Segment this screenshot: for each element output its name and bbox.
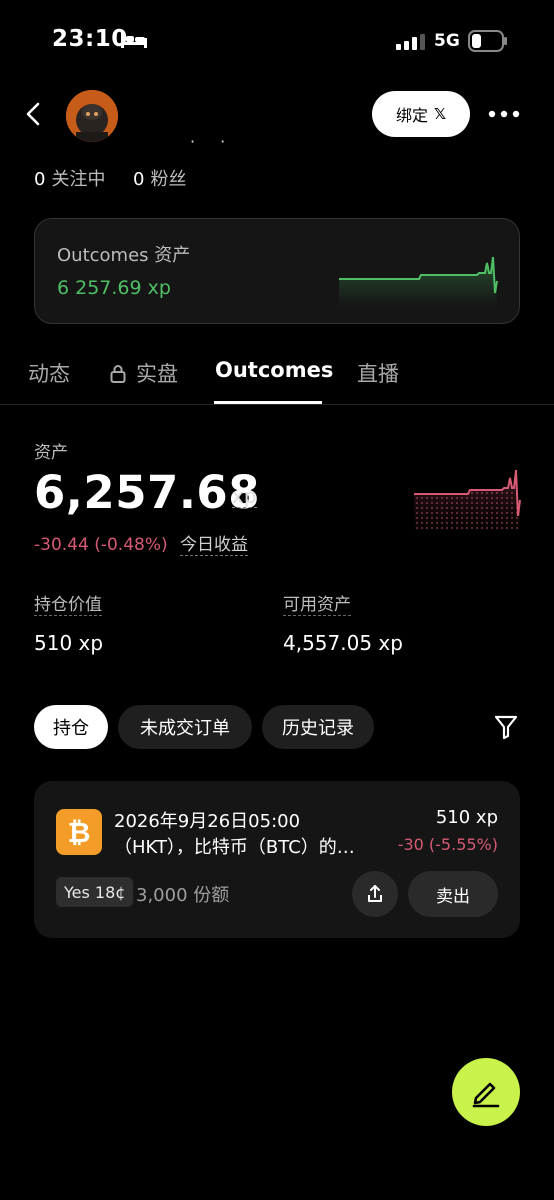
x-logo-icon: 𝕏 <box>433 105 447 123</box>
tab-outcomes[interactable]: Outcomes <box>215 358 333 382</box>
position-value: 510 xp <box>34 631 104 655</box>
edit-icon <box>472 1082 500 1108</box>
available-assets-label[interactable]: 可用资产 <box>283 595 351 616</box>
following-label: 关注中 <box>51 169 106 190</box>
share-button[interactable] <box>352 871 398 917</box>
more-options-icon[interactable] <box>488 104 520 124</box>
bind-label: 绑定 <box>395 106 428 125</box>
share-icon <box>368 885 382 902</box>
tab-live-trading[interactable]: 实盘 <box>136 358 178 388</box>
daily-change-label[interactable]: 今日收益 <box>180 535 248 556</box>
assets-unit[interactable]: xp <box>232 485 257 508</box>
lock-icon <box>110 365 126 383</box>
following-stat[interactable]: 0 关注中 <box>34 165 105 191</box>
followers-stat[interactable]: 0 粉丝 <box>133 165 186 191</box>
username-masked: · · <box>190 132 236 151</box>
outcomes-sparkline <box>339 256 498 307</box>
assets-value: 6,257.68 <box>34 466 261 519</box>
bind-x-button[interactable]: 绑定 𝕏 <box>372 91 470 137</box>
available-assets-value: 4,557.05 xp <box>283 631 403 655</box>
followers-label: 粉丝 <box>150 169 187 190</box>
position-title-line1: 2026年9月26日05:00 <box>114 811 301 832</box>
position-value-label[interactable]: 持仓价值 <box>34 595 102 616</box>
compose-button[interactable] <box>452 1058 520 1126</box>
assets-sparkline <box>414 469 521 532</box>
battery-icon <box>468 30 507 52</box>
status-time: 23:10 <box>52 26 128 52</box>
bitcoin-icon: ₿ <box>56 809 102 855</box>
outcomes-card-value: 6 257.69 xp <box>57 277 171 299</box>
network-type: 5G <box>434 31 460 51</box>
daily-change: -30.44 (-0.48%) <box>34 535 168 555</box>
assets-label: 资产 <box>34 443 68 463</box>
outcomes-card-title: Outcomes 资产 <box>57 245 191 266</box>
position-card[interactable]: ₿ 2026年9月26日05:00 （HKT），比特币（BTC）的… 510 x… <box>34 781 520 938</box>
position-amount: 510 xp <box>435 807 498 828</box>
tab-feed[interactable]: 动态 <box>28 358 70 388</box>
filter-positions[interactable]: 持仓 <box>34 705 108 749</box>
filter-open-orders[interactable]: 未成交订单 <box>118 705 252 749</box>
position-change: -30 (-5.55%) <box>397 835 498 854</box>
outcome-badge: Yes 18¢ <box>56 877 134 907</box>
position-title-line2: （HKT），比特币（BTC）的… <box>114 837 355 858</box>
signal-icon <box>396 34 425 50</box>
followers-count: 0 <box>133 169 145 190</box>
position-shares: 3,000 份额 <box>136 885 230 906</box>
filter-history[interactable]: 历史记录 <box>262 705 374 749</box>
sleep-mode-icon <box>121 33 147 48</box>
outcomes-assets-card[interactable]: Outcomes 资产 6 257.69 xp <box>34 218 520 324</box>
tab-livestream[interactable]: 直播 <box>357 358 399 388</box>
filter-icon[interactable] <box>494 714 518 740</box>
avatar[interactable] <box>66 90 118 142</box>
tab-divider <box>0 404 554 405</box>
back-arrow-icon[interactable] <box>22 100 46 128</box>
sell-button[interactable]: 卖出 <box>408 871 498 917</box>
following-count: 0 <box>34 169 46 190</box>
